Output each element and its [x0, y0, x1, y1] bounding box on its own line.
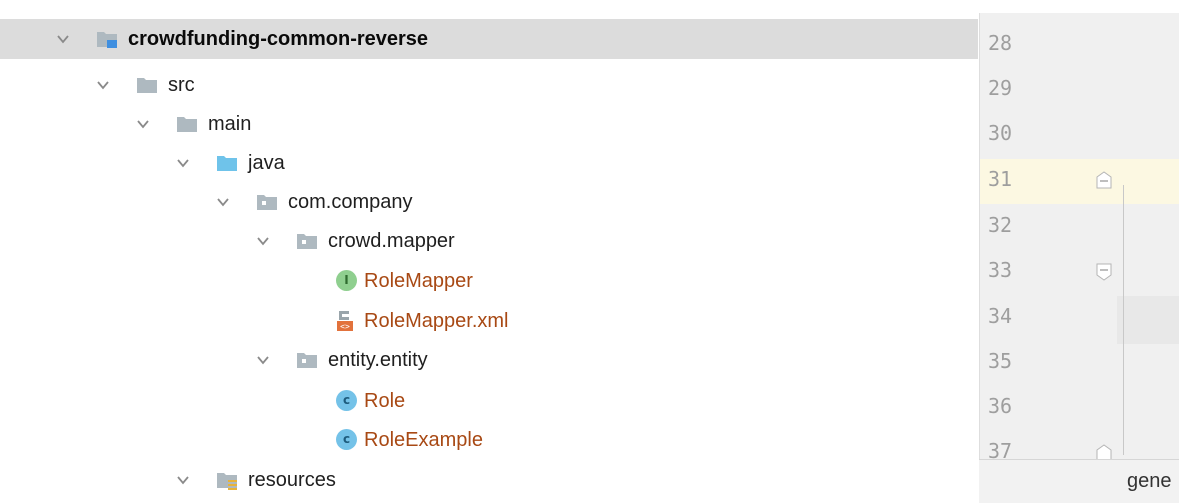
- line-number: 33: [988, 258, 1013, 282]
- editor-breadcrumb-bar: gene: [979, 459, 1179, 503]
- module-icon: [97, 32, 117, 48]
- line-number: 35: [988, 349, 1013, 373]
- tree-item-roleexample[interactable]: c RoleExample: [0, 420, 978, 460]
- tree-item-crowd-mapper[interactable]: crowd.mapper: [0, 221, 978, 261]
- source-folder-icon: [217, 156, 237, 171]
- chevron-down-icon[interactable]: [96, 78, 110, 92]
- tree-item-label: java: [248, 152, 285, 174]
- tree-item-label: resources: [248, 469, 336, 491]
- project-tree: crowdfunding-common-reverse src main jav…: [0, 0, 978, 502]
- tree-item-rolemapper[interactable]: I RoleMapper: [0, 261, 978, 301]
- resources-folder-icon: [217, 473, 237, 490]
- tree-item-label: src: [168, 74, 195, 96]
- chevron-down-icon[interactable]: [136, 117, 150, 131]
- breadcrumb-text[interactable]: gene: [1127, 470, 1172, 493]
- folder-icon: [177, 117, 197, 132]
- line-number: 30: [988, 121, 1013, 145]
- tree-item-label: main: [208, 113, 252, 135]
- tree-item-crowdfunding-common-reverse[interactable]: crowdfunding-common-reverse: [0, 19, 978, 59]
- tree-item-label: RoleMapper.xml: [364, 310, 509, 332]
- chevron-down-icon[interactable]: [256, 234, 270, 248]
- fold-guide-line: [1123, 185, 1124, 455]
- tree-item-label: com.company: [288, 191, 413, 213]
- line-number: 28: [988, 31, 1013, 55]
- editor-gutter: 28 29 30 31 32 33 34 35 36 37: [979, 13, 1179, 502]
- folder-icon: [137, 78, 157, 93]
- tree-item-java[interactable]: java: [0, 143, 978, 183]
- package-icon: [297, 234, 317, 249]
- tree-item-label: RoleExample: [364, 429, 483, 451]
- svg-text:<>: <>: [340, 322, 350, 331]
- chevron-down-icon[interactable]: [216, 195, 230, 209]
- current-line-number: 31: [980, 159, 1179, 204]
- chevron-down-icon[interactable]: [256, 353, 270, 367]
- tree-item-com-company[interactable]: com.company: [0, 182, 978, 222]
- code-highlight-block: [1117, 296, 1179, 344]
- line-number: 32: [988, 213, 1013, 237]
- tree-item-src[interactable]: src: [0, 65, 978, 105]
- chevron-down-icon[interactable]: [176, 473, 190, 487]
- tree-item-label: Role: [364, 390, 406, 412]
- tree-item-label: crowd.mapper: [328, 230, 455, 252]
- tree-item-role[interactable]: c Role: [0, 381, 978, 421]
- line-number: 29: [988, 76, 1013, 100]
- interface-icon: I: [336, 270, 357, 291]
- tree-item-entity-entity[interactable]: entity.entity: [0, 340, 978, 380]
- class-icon: c: [336, 429, 357, 450]
- package-icon: [297, 353, 317, 368]
- chevron-down-icon[interactable]: [56, 32, 70, 46]
- tree-item-resources[interactable]: resources: [0, 460, 978, 500]
- class-icon: c: [336, 390, 357, 411]
- tree-item-main[interactable]: main: [0, 104, 978, 144]
- tree-item-label: entity.entity: [328, 349, 428, 371]
- line-number: 36: [988, 394, 1013, 418]
- xml-file-icon: <>: [337, 311, 353, 331]
- tree-item-rolemapper-xml[interactable]: <> RoleMapper.xml: [0, 301, 978, 341]
- tree-item-label: RoleMapper: [364, 270, 473, 292]
- tree-item-label: crowdfunding-common-reverse: [128, 28, 429, 50]
- package-icon: [257, 195, 277, 210]
- chevron-down-icon[interactable]: [176, 156, 190, 170]
- fold-end-icon[interactable]: [1096, 171, 1112, 189]
- fold-start-icon[interactable]: [1096, 263, 1112, 281]
